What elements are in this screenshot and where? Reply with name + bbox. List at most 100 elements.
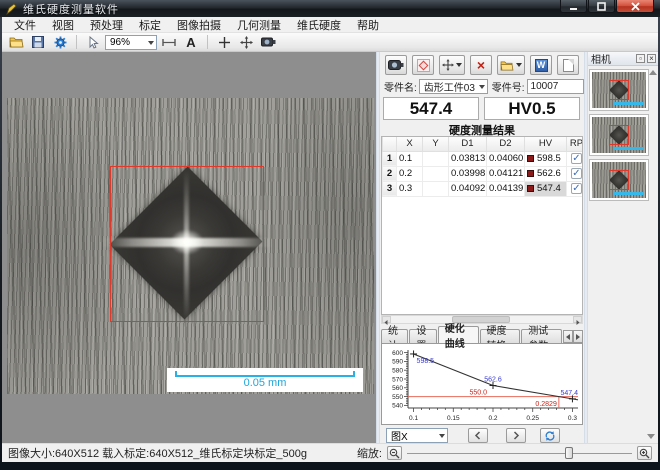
close-button[interactable] [616,0,654,13]
svg-text:0.2: 0.2 [488,415,497,422]
d2-cell[interactable]: 0.04139 [487,181,525,196]
measurement-box-overlay[interactable] [110,166,264,322]
part-name-value: 齿形工件03 [424,79,475,94]
tab-hardening-curve[interactable]: 硬化曲线 [438,326,479,343]
camera-thumbnail[interactable] [590,115,648,155]
menu-item-7[interactable]: 维氏硬度 [289,16,349,34]
x-cell[interactable]: 0.2 [397,166,423,181]
hardness-scale-display: HV0.5 [484,97,580,120]
prev-button[interactable] [468,428,488,443]
zoom-slider-track [407,453,632,454]
column-header-X[interactable]: X [397,137,423,151]
refresh-button[interactable] [540,428,560,443]
next-button[interactable] [506,428,526,443]
zoom-in-button[interactable] [637,446,652,460]
micrograph-image[interactable]: 0.05 mm [7,98,374,394]
svg-text:540: 540 [392,403,403,410]
row-number-cell[interactable]: 1 [383,151,397,166]
open-file-button[interactable] [6,34,26,51]
table-row[interactable]: 20.2 0.039980.04121562.6 ✓ [383,166,584,181]
y-cell[interactable] [423,181,449,196]
open-results-button[interactable] [497,55,525,75]
menu-item-4[interactable]: 标定 [131,16,169,34]
scroll-up-icon[interactable] [649,70,657,75]
d2-cell[interactable]: 0.04121 [487,166,525,181]
hv-cell[interactable]: 598.5 [525,151,567,166]
table-row[interactable]: 10.1 0.038130.04060598.5 ✓ [383,151,584,166]
minimize-button[interactable] [560,0,587,13]
zoom-slider[interactable] [407,446,632,460]
close-panel-icon[interactable]: × [647,54,656,63]
tab-hardness-conversion[interactable]: 硬度转换 [480,329,521,343]
image-viewport[interactable]: 0.05 mm [2,52,376,443]
analysis-tabs: 统计设置硬化曲线硬度转换测试参数 [381,326,583,343]
d1-cell[interactable]: 0.03813 [449,151,487,166]
svg-text:590: 590 [392,359,403,366]
thumbnail-measure-box [609,170,629,190]
crosshair-tool-button[interactable] [214,34,234,51]
rp-checkbox[interactable]: ✓ [571,183,582,194]
part-no-input[interactable]: 10007 [527,79,584,94]
detect-indent-button[interactable] [412,55,434,75]
d2-cell[interactable]: 0.04060 [487,151,525,166]
y-cell[interactable] [423,166,449,181]
camera-thumbnail[interactable] [590,70,648,110]
hv-cell[interactable]: 547.4 [525,181,567,196]
select-cursor-button[interactable] [83,34,103,51]
tab-settings[interactable]: 设置 [409,329,436,343]
rp-checkbox[interactable]: ✓ [571,153,582,164]
column-header-idx[interactable] [383,137,397,151]
text-tool-button[interactable]: A [181,34,201,51]
menu-item-2[interactable]: 视图 [44,16,82,34]
d1-cell[interactable]: 0.04092 [449,181,487,196]
camera-thumbnail[interactable] [590,160,648,200]
table-row[interactable]: 30.3 0.040920.04139547.4 ✓ [383,181,584,196]
menu-item-8[interactable]: 帮助 [349,16,387,34]
camera-panel-title: 相机 [591,51,611,66]
measure-tool-button[interactable] [159,34,179,51]
camera-capture-button[interactable] [258,34,278,51]
menu-item-1[interactable]: 文件 [6,16,44,34]
row-number-cell[interactable]: 2 [383,166,397,181]
camera-live-button[interactable] [385,55,407,75]
tab-scroll-left-icon[interactable] [563,330,573,343]
zoom-level-select[interactable]: 96% [105,35,157,50]
move-point-button[interactable] [439,55,465,75]
column-header-Y[interactable]: Y [423,137,449,151]
scroll-down-icon[interactable] [647,434,655,439]
maximize-button[interactable] [588,0,615,13]
settings-gear-button[interactable] [50,34,70,51]
hv-color-swatch-icon [527,170,534,177]
column-header-D2[interactable]: D2 [487,137,525,151]
toolbar-separator [76,35,77,49]
x-cell[interactable]: 0.3 [397,181,423,196]
column-header-D1[interactable]: D1 [449,137,487,151]
rp-checkbox[interactable]: ✓ [571,168,582,179]
tab-test-parameters[interactable]: 测试参数 [521,329,562,343]
chart-canvas: 5405505605705805906000.10.150.20.250.359… [382,344,582,424]
d1-cell[interactable]: 0.03998 [449,166,487,181]
y-cell[interactable] [423,151,449,166]
column-header-HV[interactable]: HV [525,137,567,151]
menu-item-6[interactable]: 几何测量 [229,16,289,34]
x-cell[interactable]: 0.1 [397,151,423,166]
menu-item-5[interactable]: 图像拍摄 [169,16,229,34]
zoom-out-button[interactable] [387,446,402,460]
save-button[interactable] [28,34,48,51]
menu-item-3[interactable]: 预处理 [82,16,131,34]
tab-statistics[interactable]: 统计 [381,329,408,343]
hv-cell[interactable]: 562.6 [525,166,567,181]
scroll-right-arrow[interactable] [573,316,582,323]
export-word-button[interactable]: W [530,55,552,75]
float-panel-icon[interactable]: ▫ [636,54,645,63]
row-number-cell[interactable]: 3 [383,181,397,196]
zoom-slider-handle[interactable] [565,447,573,459]
camera-panel-titlebar: 相机 ▫ × [588,52,658,66]
delete-measurement-button[interactable]: × [470,55,492,75]
column-header-RP[interactable]: RP [567,137,584,151]
part-name-select[interactable]: 齿形工件03 [419,79,488,94]
new-report-button[interactable] [557,55,579,75]
chart-type-select[interactable]: 图X [386,428,448,443]
tab-scroll-right-icon[interactable] [573,330,583,343]
move-tool-button[interactable] [236,34,256,51]
